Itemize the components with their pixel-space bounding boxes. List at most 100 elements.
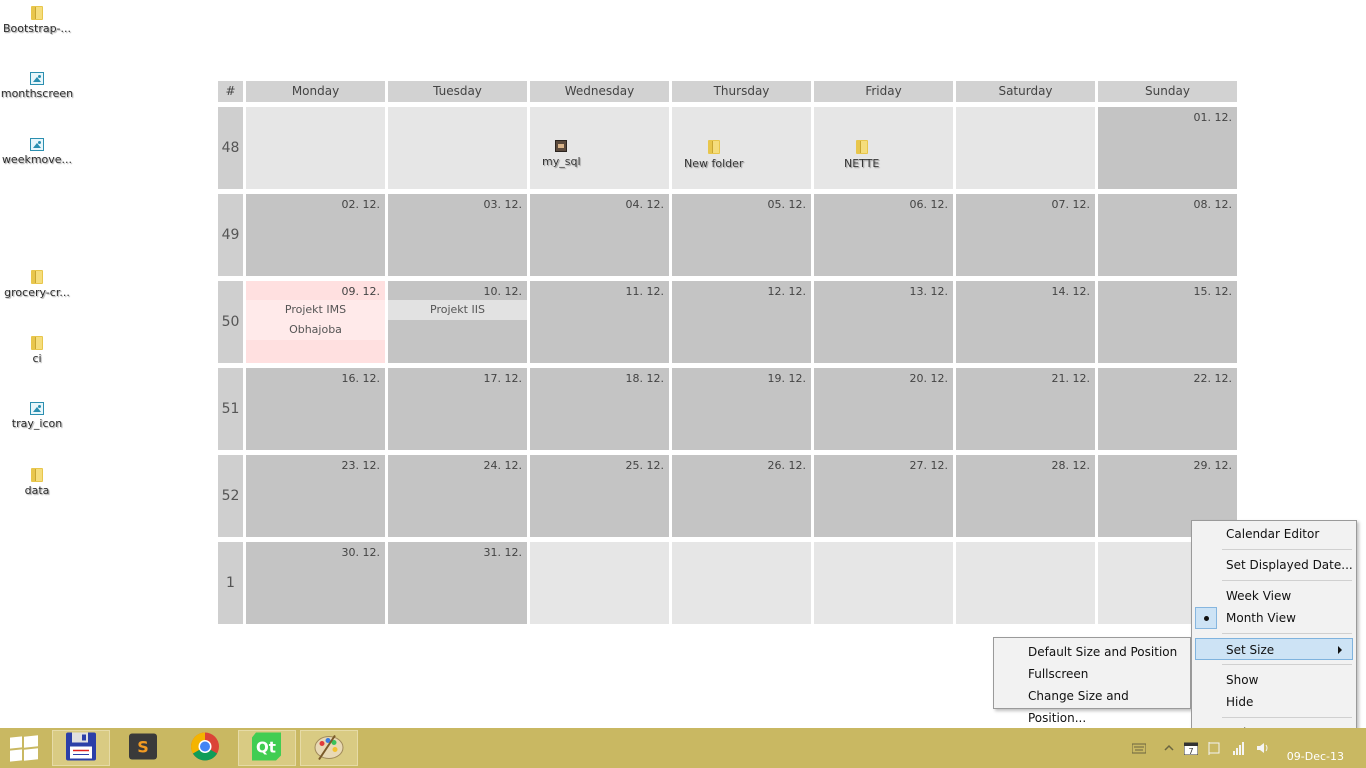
calendar-day-cell[interactable]: 09. 12. Projekt IMS Obhajoba	[246, 281, 385, 363]
desktop-icon[interactable]: weekmove...	[0, 138, 75, 166]
calendar-day-cell[interactable]: 19. 12.	[672, 368, 811, 450]
taskbar: S Qt 7 09-Dec-13	[0, 728, 1366, 768]
calendar-day-cell[interactable]: NETTE	[814, 107, 953, 189]
desktop-icon[interactable]: data	[0, 468, 75, 497]
show-hidden-icons-chevron-icon[interactable]	[1162, 741, 1176, 755]
calendar-day-cell[interactable]: 23. 12.	[246, 455, 385, 537]
day-header: Sunday	[1098, 81, 1237, 102]
taskbar-app-chrome[interactable]	[176, 730, 234, 766]
calendar-day-cell[interactable]: 16. 12.	[246, 368, 385, 450]
network-signal-icon[interactable]	[1232, 741, 1246, 755]
day-date-label: 21. 12.	[1051, 372, 1090, 385]
menu-item-set-size[interactable]: Set Size	[1195, 638, 1353, 660]
calendar-day-cell[interactable]: 26. 12.	[672, 455, 811, 537]
calendar-event[interactable]: Projekt IIS	[388, 300, 527, 320]
calendar-day-cell[interactable]: 21. 12.	[956, 368, 1095, 450]
cell-desktop-icon[interactable]: NETTE	[844, 140, 879, 170]
menu-item-show[interactable]: Show	[1192, 669, 1356, 691]
day-date-label: 23. 12.	[341, 459, 380, 472]
taskbar-app-paint[interactable]	[300, 730, 358, 766]
day-date-label: 31. 12.	[483, 546, 522, 559]
calendar-day-cell[interactable]: 11. 12.	[530, 281, 669, 363]
calendar-day-cell[interactable]	[246, 107, 385, 189]
windows-logo-icon	[24, 748, 38, 761]
keyboard-icon[interactable]	[1131, 741, 1147, 755]
calendar-day-cell[interactable]: 08. 12.	[1098, 194, 1237, 276]
menu-item-hide[interactable]: Hide	[1192, 691, 1356, 713]
calendar-tray-icon[interactable]: 7	[1183, 741, 1199, 756]
menu-item-default-size[interactable]: Default Size and Position	[994, 641, 1190, 663]
menu-item-week-view[interactable]: Week View	[1192, 585, 1356, 607]
calendar-day-cell[interactable]	[672, 542, 811, 624]
desktop-icon-label: Bootstrap-...	[2, 22, 72, 35]
calendar-day-cell[interactable]: 24. 12.	[388, 455, 527, 537]
menu-separator	[1222, 664, 1352, 665]
calendar-day-cell[interactable]	[956, 107, 1095, 189]
calendar-day-cell[interactable]: 22. 12.	[1098, 368, 1237, 450]
calendar-day-cell[interactable]: 06. 12.	[814, 194, 953, 276]
day-date-label: 05. 12.	[767, 198, 806, 211]
calendar-day-cell[interactable]: 28. 12.	[956, 455, 1095, 537]
desktop-icon[interactable]: tray_icon	[0, 402, 75, 430]
calendar-day-cell[interactable]	[814, 542, 953, 624]
calendar-day-cell[interactable]: 25. 12.	[530, 455, 669, 537]
menu-item-calendar-editor[interactable]: Calendar Editor	[1192, 523, 1356, 545]
calendar-event[interactable]: Obhajoba	[246, 320, 385, 340]
calendar-event[interactable]: Projekt IMS	[246, 300, 385, 320]
day-date-label: 09. 12.	[341, 285, 380, 298]
menu-item-month-view[interactable]: Month View	[1192, 607, 1356, 629]
calendar-day-cell[interactable]: New folder	[672, 107, 811, 189]
day-date-label: 04. 12.	[625, 198, 664, 211]
day-date-label: 03. 12.	[483, 198, 522, 211]
calendar-day-cell[interactable]: 14. 12.	[956, 281, 1095, 363]
day-date-label: 01. 12.	[1193, 111, 1232, 124]
calendar-day-cell[interactable]: 12. 12.	[672, 281, 811, 363]
calendar-day-cell[interactable]: 10. 12. Projekt IIS	[388, 281, 527, 363]
day-date-label: 08. 12.	[1193, 198, 1232, 211]
calendar-day-cell[interactable]: 17. 12.	[388, 368, 527, 450]
desktop-icon[interactable]: grocery-cr...	[0, 270, 75, 299]
calendar-day-cell[interactable]: 20. 12.	[814, 368, 953, 450]
cell-icon-label: New folder	[684, 157, 744, 170]
calendar-day-cell[interactable]	[530, 542, 669, 624]
start-button[interactable]	[10, 735, 38, 762]
taskbar-app-sublime[interactable]: S	[114, 730, 172, 766]
taskbar-app-qt[interactable]: Qt	[238, 730, 296, 766]
desktop-icon[interactable]: Bootstrap-...	[0, 6, 75, 35]
week-number: 50	[218, 281, 243, 363]
desktop-icon[interactable]: ci	[0, 336, 75, 365]
calendar-day-cell[interactable]: my_sql	[530, 107, 669, 189]
taskbar-clock[interactable]: 09-Dec-13	[1287, 750, 1344, 763]
calendar-day-cell[interactable]: 27. 12.	[814, 455, 953, 537]
desktop-icon[interactable]: monthscreen	[0, 72, 75, 100]
calendar-day-cell[interactable]: 05. 12.	[672, 194, 811, 276]
menu-item-change-size[interactable]: Change Size and Position...	[994, 685, 1190, 725]
system-tray: 7 09-Dec-13	[1120, 728, 1366, 768]
menu-item-fullscreen[interactable]: Fullscreen	[994, 663, 1190, 685]
calendar-day-cell[interactable]: 30. 12.	[246, 542, 385, 624]
calendar-day-cell[interactable]	[956, 542, 1095, 624]
calendar-day-cell[interactable]: 15. 12.	[1098, 281, 1237, 363]
cell-desktop-icon[interactable]: New folder	[684, 140, 743, 170]
calendar-day-cell[interactable]: 04. 12.	[530, 194, 669, 276]
calendar-day-cell[interactable]: 02. 12.	[246, 194, 385, 276]
menu-item-set-displayed-date[interactable]: Set Displayed Date...	[1192, 554, 1356, 576]
cell-desktop-icon[interactable]: my_sql	[542, 140, 581, 168]
calendar-day-cell[interactable]: 13. 12.	[814, 281, 953, 363]
action-center-flag-icon[interactable]	[1208, 741, 1222, 755]
volume-icon[interactable]	[1256, 741, 1270, 755]
calendar-day-cell[interactable]: 18. 12.	[530, 368, 669, 450]
menu-separator	[1222, 549, 1352, 550]
day-date-label: 13. 12.	[909, 285, 948, 298]
calendar-day-cell[interactable]: 03. 12.	[388, 194, 527, 276]
image-icon	[30, 72, 44, 85]
calendar-day-cell[interactable]	[388, 107, 527, 189]
calendar-day-cell[interactable]: 01. 12.	[1098, 107, 1237, 189]
menu-separator	[1222, 580, 1352, 581]
calendar-day-cell[interactable]: 31. 12.	[388, 542, 527, 624]
desktop-icon-label: ci	[32, 352, 42, 365]
folder-icon	[707, 140, 720, 154]
cell-icon-label: NETTE	[844, 157, 880, 170]
taskbar-app-floppy[interactable]	[52, 730, 110, 766]
calendar-day-cell[interactable]: 07. 12.	[956, 194, 1095, 276]
